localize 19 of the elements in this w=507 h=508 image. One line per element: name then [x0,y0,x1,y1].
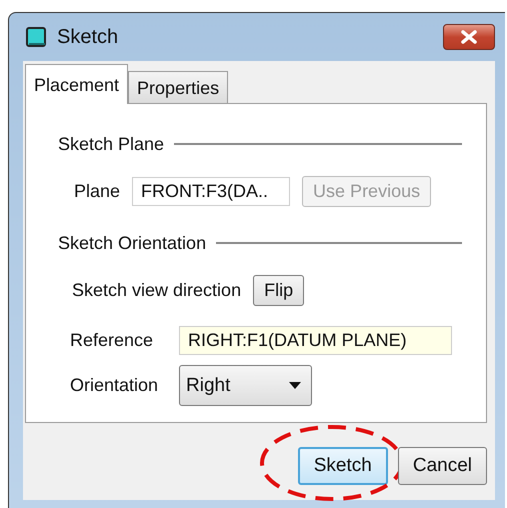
section-heading: Sketch Plane [58,134,164,154]
orientation-label: Orientation [70,375,160,396]
tab[interactable]: Properties [128,71,228,103]
close-button[interactable] [443,24,495,50]
plane-label: Plane [74,181,120,202]
caret-icon [289,382,301,389]
flip-button[interactable]: Flip [253,275,304,306]
dialog-button[interactable]: Cancel [398,446,487,484]
view-direction-label: Sketch view direction [72,280,242,301]
section-heading: Sketch Orientation [58,232,206,254]
reference-label: Reference [70,330,154,351]
plane-field[interactable]: FRONT:F3(DA.. [132,177,290,206]
reference-field[interactable]: RIGHT:F1(DATUM PLANE) [179,326,452,355]
cube-icon [25,26,47,48]
close-icon [460,30,478,44]
tab[interactable]: Placement [25,64,128,104]
orientation-dropdown[interactable]: Right [179,365,312,406]
dialog-button[interactable]: Sketch [298,446,388,484]
window-title: Sketch [57,26,120,48]
